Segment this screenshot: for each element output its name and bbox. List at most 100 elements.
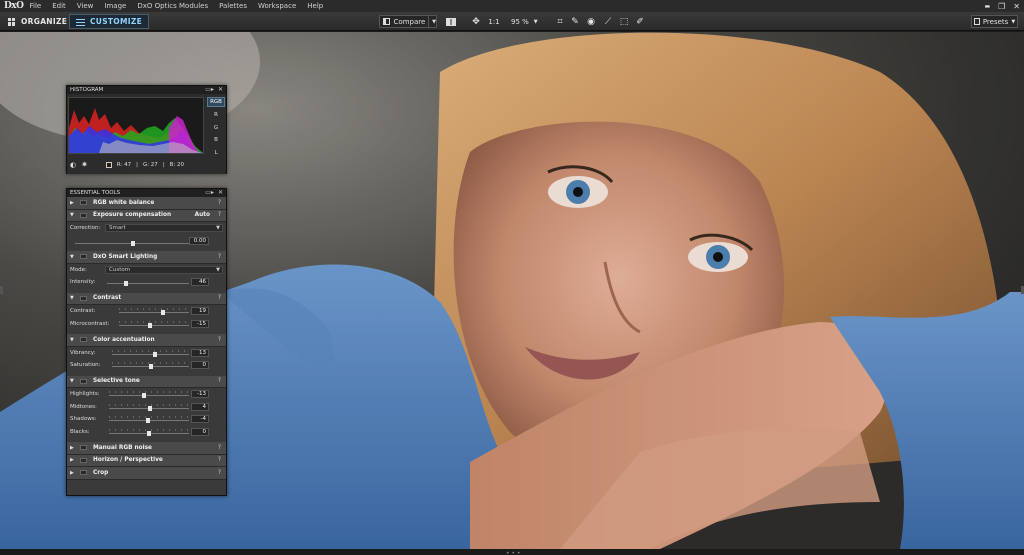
mode-dropdown[interactable]: Custom ▼: [105, 265, 223, 274]
shadows-value-field[interactable]: -4: [191, 415, 209, 424]
slider-thumb[interactable]: [148, 405, 152, 411]
enable-toggle[interactable]: [80, 337, 87, 343]
exposure-value-field[interactable]: 0.00: [189, 236, 209, 245]
minimize-button[interactable]: ▬: [984, 3, 990, 10]
close-icon[interactable]: ✕: [218, 189, 223, 196]
section-rgb-white-balance[interactable]: ▶ RGB white balance ?: [67, 197, 226, 210]
saturation-slider[interactable]: [112, 362, 189, 369]
enable-toggle[interactable]: [80, 378, 87, 384]
slider-thumb[interactable]: [142, 393, 146, 398]
channel-g[interactable]: G: [207, 122, 225, 135]
contrast-value-field[interactable]: 19: [191, 307, 209, 316]
filmstrip-toggle[interactable]: • • •: [0, 549, 1024, 555]
vibrancy-slider[interactable]: [112, 349, 189, 357]
section-manual-rgb-noise[interactable]: ▶ Manual RGB noise ?: [67, 442, 226, 455]
help-icon[interactable]: ?: [218, 254, 221, 260]
expand-arrow-icon[interactable]: ▶: [70, 445, 80, 451]
tab-customize[interactable]: CUSTOMIZE: [69, 14, 150, 29]
exposure-slider[interactable]: [75, 240, 189, 246]
collapse-arrow-icon[interactable]: ▼: [70, 337, 80, 343]
menu-palettes[interactable]: Palettes: [219, 2, 247, 10]
close-icon[interactable]: ✕: [218, 86, 223, 93]
highlights-value-field[interactable]: -13: [191, 390, 209, 399]
blacks-value-field[interactable]: 0: [191, 427, 209, 436]
help-icon[interactable]: ?: [218, 457, 221, 463]
expand-arrow-icon[interactable]: ▶: [70, 457, 80, 463]
one-to-one-button[interactable]: 1:1: [487, 15, 501, 28]
expand-arrow-icon[interactable]: ▶: [70, 470, 80, 476]
restore-button[interactable]: ❐: [998, 2, 1005, 11]
presets-button[interactable]: Presets ▼: [971, 15, 1018, 28]
retouch-icon[interactable]: ✎: [569, 15, 581, 28]
enable-toggle[interactable]: [80, 212, 87, 218]
slider-thumb[interactable]: [153, 351, 157, 357]
collapse-arrow-icon[interactable]: ▼: [70, 378, 80, 384]
close-button[interactable]: ✕: [1013, 2, 1020, 11]
shadow-clipping-icon[interactable]: ◐: [70, 161, 76, 169]
move-icon[interactable]: ✥: [470, 15, 482, 28]
help-icon[interactable]: ?: [218, 378, 221, 384]
slider-thumb[interactable]: [124, 281, 128, 286]
left-panel-toggle[interactable]: [0, 286, 3, 294]
crop-icon[interactable]: ⌗: [554, 15, 566, 28]
slider-thumb[interactable]: [148, 322, 152, 328]
channel-r[interactable]: R: [207, 109, 225, 122]
section-smart-lighting[interactable]: ▼ DxO Smart Lighting ?: [67, 251, 226, 264]
contrast-slider[interactable]: [119, 308, 189, 315]
slider-thumb[interactable]: [131, 240, 135, 246]
zoom-select[interactable]: 95 % ▼: [511, 15, 538, 28]
highlight-clipping-icon[interactable]: ✷: [81, 160, 88, 169]
section-selective-tone[interactable]: ▼ Selective tone ?: [67, 375, 226, 388]
red-eye-icon[interactable]: ◉: [585, 15, 597, 28]
help-icon[interactable]: ?: [218, 200, 221, 206]
palette-menu-icon[interactable]: ▭▸: [205, 86, 214, 93]
menu-workspace[interactable]: Workspace: [258, 2, 296, 10]
microcontrast-slider[interactable]: [119, 320, 189, 328]
section-horizon-perspective[interactable]: ▶ Horizon / Perspective ?: [67, 454, 226, 467]
compare-button[interactable]: Compare ▼: [379, 15, 437, 28]
tab-organize[interactable]: ORGANIZE: [2, 14, 73, 29]
microcontrast-value-field[interactable]: -15: [191, 319, 209, 328]
expand-arrow-icon[interactable]: ▶: [70, 200, 80, 206]
auto-button[interactable]: Auto: [195, 212, 210, 218]
collapse-arrow-icon[interactable]: ▼: [70, 254, 80, 260]
blacks-slider[interactable]: [109, 428, 189, 436]
collapse-arrow-icon[interactable]: ▼: [70, 212, 80, 218]
enable-toggle[interactable]: [80, 254, 87, 260]
intensity-value-field[interactable]: 46: [191, 278, 209, 287]
menu-dxo-optics-modules[interactable]: DxO Optics Modules: [137, 2, 208, 10]
saturation-value-field[interactable]: 0: [191, 361, 209, 370]
eyedropper-icon[interactable]: ✐: [634, 15, 646, 28]
help-icon[interactable]: ?: [218, 445, 221, 451]
chevron-down-icon[interactable]: ▼: [432, 19, 436, 25]
slider-thumb[interactable]: [146, 418, 150, 423]
split-view-icon[interactable]: [445, 15, 457, 28]
section-contrast[interactable]: ▼ Contrast ?: [67, 292, 226, 305]
menu-image[interactable]: Image: [104, 2, 126, 10]
enable-toggle[interactable]: [80, 445, 87, 451]
shadows-slider[interactable]: [109, 416, 189, 423]
menu-help[interactable]: Help: [307, 2, 323, 10]
highlights-slider[interactable]: [109, 391, 189, 398]
menu-view[interactable]: View: [77, 2, 94, 10]
slider-thumb[interactable]: [149, 364, 153, 369]
enable-toggle[interactable]: [80, 470, 87, 476]
perspective-icon[interactable]: ⬚: [618, 15, 630, 28]
palette-menu-icon[interactable]: ▭▸: [205, 189, 214, 196]
slider-thumb[interactable]: [161, 310, 165, 315]
vibrancy-value-field[interactable]: 13: [191, 348, 209, 357]
collapse-arrow-icon[interactable]: ▼: [70, 295, 80, 301]
menu-edit[interactable]: Edit: [52, 2, 66, 10]
horizon-icon[interactable]: ⟋: [602, 15, 614, 28]
midtones-value-field[interactable]: 4: [191, 402, 209, 411]
menu-file[interactable]: File: [30, 2, 42, 10]
help-icon[interactable]: ?: [218, 470, 221, 476]
section-color-accentuation[interactable]: ▼ Color accentuation ?: [67, 334, 226, 347]
slider-thumb[interactable]: [147, 430, 151, 436]
intensity-slider[interactable]: [107, 281, 189, 286]
channel-b[interactable]: B: [207, 134, 225, 147]
enable-toggle[interactable]: [80, 200, 87, 206]
correction-dropdown[interactable]: Smart ▼: [105, 224, 223, 233]
section-crop[interactable]: ▶ Crop ?: [67, 467, 226, 480]
enable-toggle[interactable]: [80, 295, 87, 301]
